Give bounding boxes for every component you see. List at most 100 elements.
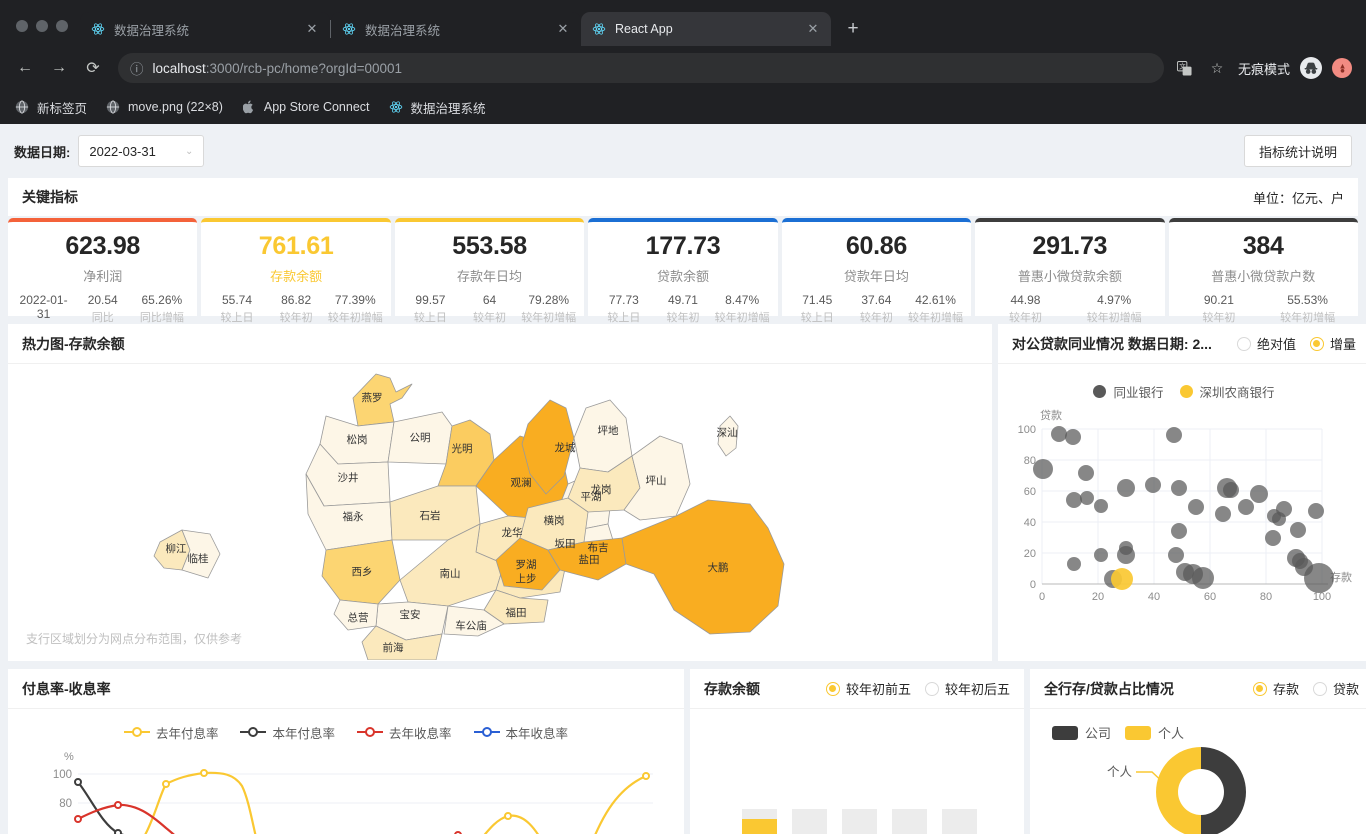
radio-dot[interactable] — [924, 681, 939, 696]
radio-top-five[interactable]: 较年初前五 — [825, 679, 911, 698]
bookmark-item[interactable]: App Store Connect — [241, 99, 370, 115]
legend-item-last-year-earnrate[interactable]: 去年收息率 — [357, 723, 452, 742]
legend-item-this-year-payrate[interactable]: 本年付息率 — [240, 723, 335, 742]
legend-item-interbank[interactable]: 同业银行 — [1093, 382, 1164, 401]
metric-sub-label: 较年初 — [279, 312, 313, 324]
metric-sub-value: 4.97% — [1097, 293, 1132, 307]
share-type-radios: 存款 贷款 — [1252, 679, 1359, 698]
metric-subs: 77.73 较上日 49.71 较年初 8.47% 较年初增幅 — [594, 293, 771, 325]
forward-icon[interactable]: → — [44, 53, 74, 83]
new-tab-button[interactable]: + — [839, 15, 867, 43]
radio-label: 较年初后五 — [944, 682, 1010, 697]
svg-text:60: 60 — [1204, 591, 1216, 603]
map-region-label: 上步 — [516, 573, 537, 585]
radio-dot[interactable] — [1236, 336, 1251, 351]
metric-sub: 55.53% 较年初增幅 — [1263, 293, 1352, 325]
close-icon[interactable]: ✕ — [304, 21, 320, 37]
map-region-label: 西乡 — [352, 566, 373, 578]
shenzhen-district-map[interactable]: 燕罗 松岗 公明 光明 沙井 观澜 平湖 福永 石岩 龙华 坂田 布吉 西乡 南… — [8, 364, 992, 660]
metric-name: 存款年日均 — [457, 269, 523, 284]
close-icon[interactable]: ✕ — [805, 21, 821, 37]
legend-item-szrcb[interactable]: 深圳农商银行 — [1179, 382, 1275, 401]
deposit-loan-share-panel: 全行存/贷款占比情况 存款 贷款 公司 个人 个人 — [1030, 669, 1366, 834]
address-bar[interactable]: ⓘ localhost:3000/rcb-pc/home?orgId=00001 — [118, 53, 1164, 83]
radio-dot[interactable] — [1312, 681, 1327, 696]
metric-sub-label: 较年初 — [859, 312, 893, 324]
minimize-window-button[interactable] — [36, 20, 48, 32]
metric-sub-value: 86.82 — [281, 293, 312, 307]
map-region-label: 石岩 — [420, 509, 441, 522]
metric-name: 普惠小微贷款余额 — [1017, 269, 1122, 284]
translate-icon[interactable]: 文 — [1174, 57, 1196, 79]
metric-value: 761.61 — [258, 232, 334, 260]
date-select[interactable]: 2022-03-31 ⌄ — [78, 135, 205, 167]
browser-tab-2[interactable]: 数据治理系统 ✕ — [331, 12, 581, 46]
metric-card[interactable]: 384 普惠小微贷款户数 90.21 较年初 55.53% 较年初增幅 — [1168, 218, 1358, 324]
scatter-legend: 同业银行 深圳农商银行 — [998, 364, 1366, 401]
browser-tab-1[interactable]: 数据治理系统 ✕ — [80, 12, 330, 46]
map-region-label: 总营 — [348, 611, 369, 624]
radio-increment[interactable]: 增量 — [1309, 334, 1356, 353]
metric-subs: 99.57 较上日 64 较年初 79.28% 较年初增幅 — [401, 293, 578, 325]
bookmark-item[interactable]: move.png (22×8) — [105, 99, 223, 115]
metric-card[interactable]: 623.98 净利润 2022-01-31 数据日期 20.54 同比 65.2… — [8, 218, 198, 338]
scatter-chart[interactable]: 贷款 存款 100 80 60 40 20 0 0 20 40 60 80 10… — [998, 401, 1366, 631]
bookmark-item[interactable]: 新标签页 — [14, 98, 87, 117]
metric-sub: 37.64 较年初 — [847, 293, 906, 325]
date-filter-label: 数据日期: — [14, 144, 71, 160]
site-info-icon[interactable]: ⓘ — [130, 58, 144, 78]
close-window-button[interactable] — [16, 20, 28, 32]
url-path: :3000/rcb-pc/home?orgId=00001 — [205, 60, 403, 76]
scatter-title: 对公贷款同业情况 数据日期: 2... — [1012, 335, 1212, 352]
maximize-window-button[interactable] — [56, 20, 68, 32]
legend-label: 本年收息率 — [505, 727, 569, 741]
metric-subs: 71.45 较上日 37.64 较年初 42.61% 较年初增幅 — [788, 293, 965, 325]
radio-label: 增量 — [1329, 337, 1356, 352]
scatter-series-szrcb — [1111, 568, 1133, 590]
share-donut-chart[interactable]: 个人 — [1030, 742, 1366, 834]
radio-dot-selected[interactable] — [825, 681, 840, 696]
bookmarks-bar: 新标签页 move.png (22×8) App Store Connect 数… — [0, 90, 1366, 124]
key-metrics-cards: 623.98 净利润 2022-01-31 数据日期 20.54 同比 65.2… — [8, 218, 1358, 338]
profile-avatar[interactable] — [1332, 58, 1352, 78]
metric-sub-value: 42.61% — [915, 293, 956, 307]
reload-icon[interactable]: ⟳ — [78, 53, 108, 83]
radio-dot-selected[interactable] — [1309, 336, 1324, 351]
legend-item-company[interactable]: 公司 — [1052, 723, 1111, 742]
window-controls[interactable] — [12, 20, 80, 46]
share-header: 全行存/贷款占比情况 存款 贷款 — [1030, 669, 1366, 709]
interest-rate-line-chart[interactable]: % 100 80 — [8, 742, 684, 834]
metric-card[interactable]: 291.73 普惠小微贷款余额 44.98 较年初 4.97% 较年初增幅 — [975, 218, 1165, 324]
scatter-x-ticks: 0 20 40 60 80 100 — [1039, 591, 1331, 603]
legend-item-personal[interactable]: 个人 — [1125, 723, 1184, 742]
deposit-balance-bar-chart[interactable] — [690, 709, 1024, 834]
browser-tab-3[interactable]: React App ✕ — [581, 12, 831, 46]
metric-name: 存款余额 — [270, 269, 323, 284]
metric-card[interactable]: 761.61 存款余额 55.74 较上日 86.82 较年初 77.39% 较… — [201, 218, 391, 324]
metric-sub-label: 较年初增幅 — [521, 312, 577, 324]
radio-dot-selected[interactable] — [1252, 681, 1267, 696]
radio-bottom-five[interactable]: 较年初后五 — [924, 679, 1010, 698]
radio-deposit[interactable]: 存款 — [1252, 679, 1299, 698]
bookmark-item[interactable]: 数据治理系统 — [388, 98, 486, 117]
date-select-value: 2022-03-31 — [89, 143, 156, 159]
heatmap-map[interactable]: 燕罗 松岗 公明 光明 沙井 观澜 平湖 福永 石岩 龙华 坂田 布吉 西乡 南… — [8, 364, 992, 660]
metric-sub-label: 较年初增幅 — [327, 312, 383, 324]
legend-item-last-year-payrate[interactable]: 去年付息率 — [123, 723, 218, 742]
close-icon[interactable]: ✕ — [555, 21, 571, 37]
back-icon[interactable]: ← — [10, 53, 40, 83]
metric-card[interactable]: 177.73 贷款余额 77.73 较上日 49.71 较年初 8.47% 较年… — [588, 218, 778, 324]
metric-sub-label: 较年初 — [473, 312, 507, 324]
radio-absolute[interactable]: 绝对值 — [1236, 334, 1296, 353]
metric-card[interactable]: 553.58 存款年日均 99.57 较上日 64 较年初 79.28% 较年初… — [394, 218, 585, 324]
metric-sub-label: 较年初增幅 — [1280, 312, 1336, 324]
metric-value: 291.73 — [1032, 232, 1108, 260]
legend-item-this-year-earnrate[interactable]: 本年收息率 — [473, 723, 569, 742]
metric-card[interactable]: 60.86 贷款年日均 71.45 较上日 37.64 较年初 42.61% 较… — [781, 218, 972, 324]
radio-loan[interactable]: 贷款 — [1312, 679, 1359, 698]
svg-text:100: 100 — [1018, 424, 1036, 436]
bookmark-star-icon[interactable]: ☆ — [1206, 57, 1228, 79]
map-region-label: 龙岗 — [591, 483, 612, 496]
metric-explain-button[interactable]: 指标统计说明 — [1243, 135, 1352, 167]
incognito-avatar-icon[interactable] — [1300, 57, 1322, 79]
